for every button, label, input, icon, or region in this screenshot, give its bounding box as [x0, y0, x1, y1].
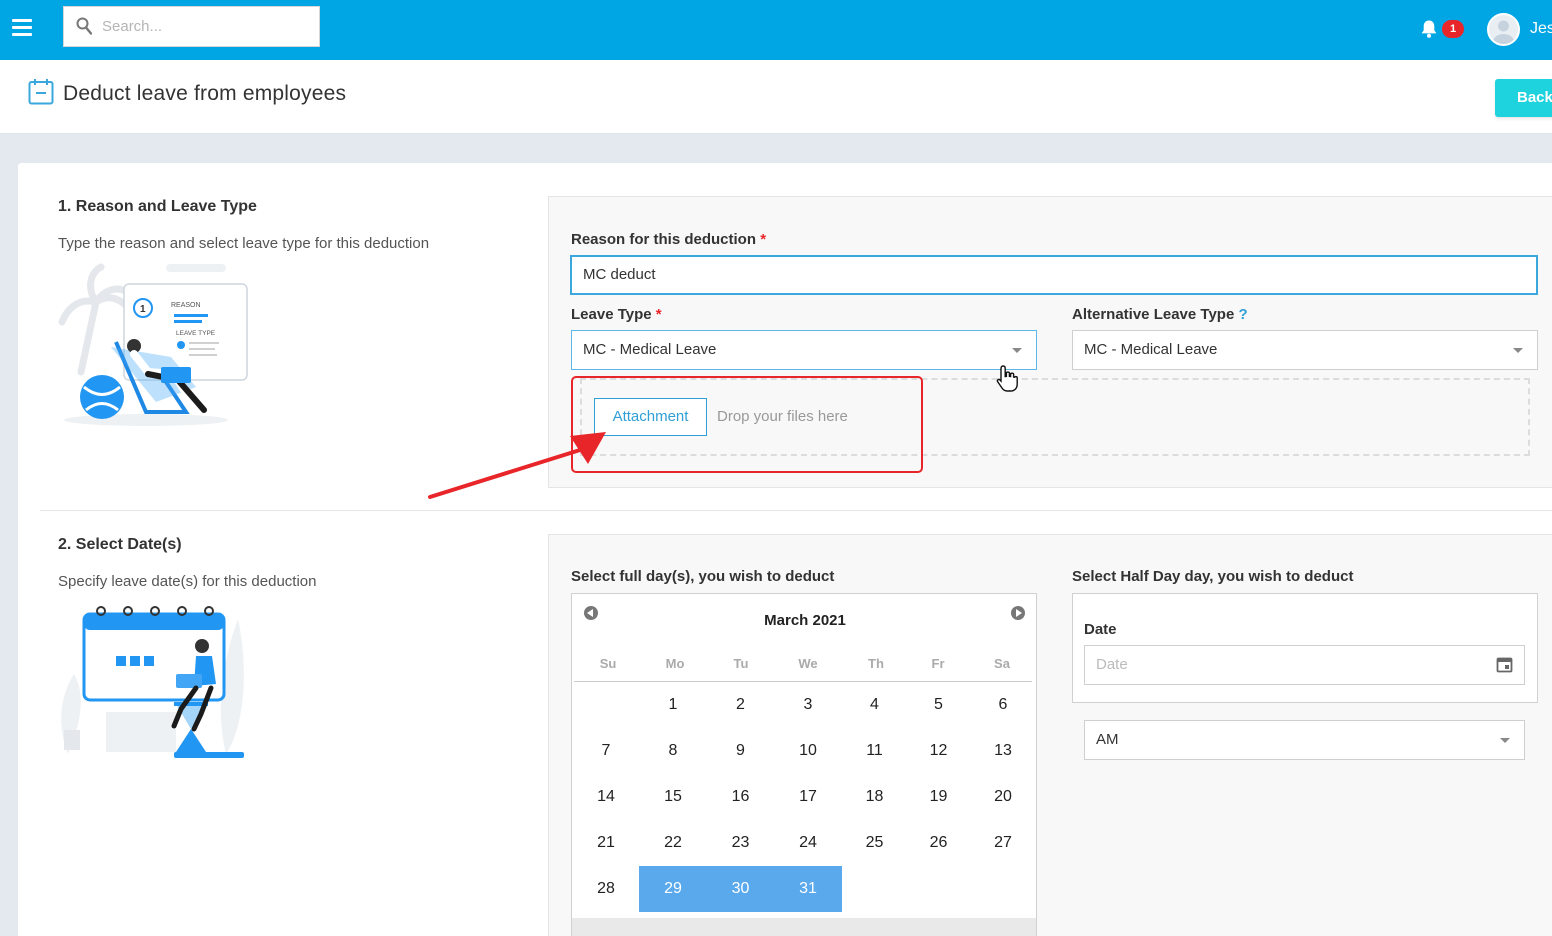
- calendar-minus-icon: [28, 79, 54, 105]
- alternative-leave-type-selected-value: MC - Medical Leave: [1084, 341, 1218, 358]
- calendar-day[interactable]: 26: [907, 820, 970, 866]
- user-name[interactable]: Jes: [1530, 20, 1552, 38]
- reason-label-text: Reason for this deduction: [571, 231, 757, 248]
- calendar-day[interactable]: 21: [573, 820, 639, 866]
- section-1-title: 1. Reason and Leave Type: [58, 198, 257, 215]
- illustration-step-number: 1: [140, 304, 146, 315]
- leave-type-label-text: Leave Type: [571, 306, 652, 323]
- calendar-day[interactable]: 25: [842, 820, 907, 866]
- calendar-day[interactable]: 2: [707, 682, 774, 728]
- alternative-leave-type-label: Alternative Leave Type ?: [1072, 306, 1248, 323]
- calendar-day[interactable]: 5: [907, 682, 970, 728]
- calendar-day[interactable]: 28: [573, 866, 639, 912]
- full-day-calendar: March 2021 Su Mo Tu We Th Fr Sa 1 2 3 4 5 6 7 8 9 10 11 12…: [571, 593, 1037, 936]
- calendar-day[interactable]: 23: [707, 820, 774, 866]
- weekday-header: Th: [868, 656, 884, 671]
- notification-bell-icon[interactable]: [1420, 19, 1438, 39]
- search-icon: [76, 17, 92, 35]
- top-navigation-bar: 1 Jes: [0, 0, 1552, 60]
- weekday-header: Su: [599, 656, 617, 671]
- chevron-down-icon: [1513, 348, 1523, 353]
- calendar-day[interactable]: 10: [774, 728, 842, 774]
- section-1-description: Type the reason and select leave type fo…: [58, 235, 430, 252]
- weekday-header: Tu: [733, 656, 749, 671]
- reason-label: Reason for this deduction *: [571, 231, 766, 248]
- calendar-day[interactable]: 14: [573, 774, 639, 820]
- annotation-highlight-box: [571, 376, 923, 473]
- section-divider: [40, 510, 1552, 511]
- search-box[interactable]: [63, 6, 320, 47]
- calendar-day[interactable]: 11: [842, 728, 907, 774]
- calendar-footer: [572, 918, 1036, 936]
- calendar-day[interactable]: 4: [842, 682, 907, 728]
- calendar-day[interactable]: 18: [842, 774, 907, 820]
- search-input[interactable]: [102, 7, 312, 46]
- required-mark: *: [760, 231, 767, 248]
- calendar-person-illustration: [61, 606, 244, 758]
- calendar-day[interactable]: 22: [639, 820, 707, 866]
- half-day-label: Select Half Day day, you wish to deduct: [1072, 568, 1354, 585]
- calendar-day[interactable]: 20: [970, 774, 1036, 820]
- notification-count-badge: 1: [1442, 20, 1464, 38]
- calendar-day[interactable]: 6: [970, 682, 1036, 728]
- calendar-day[interactable]: 13: [970, 728, 1036, 774]
- alternative-leave-type-select[interactable]: MC - Medical Leave: [1072, 330, 1538, 370]
- page-header: Deduct leave from employees Back: [0, 60, 1552, 134]
- hamburger-menu-icon[interactable]: [12, 19, 32, 37]
- weekday-header: Fr: [931, 656, 945, 671]
- calendar-day[interactable]: 1: [639, 682, 707, 728]
- help-question-icon[interactable]: ?: [1238, 306, 1247, 323]
- leave-type-select[interactable]: MC - Medical Leave: [571, 330, 1037, 370]
- alternative-leave-type-label-text: Alternative Leave Type: [1072, 306, 1235, 323]
- annotation-arrow-icon: [428, 432, 606, 499]
- calendar-day[interactable]: 15: [639, 774, 707, 820]
- half-day-period-select[interactable]: AM: [1084, 720, 1525, 760]
- calendar-day[interactable]: 12: [907, 728, 970, 774]
- leave-type-label: Leave Type *: [571, 306, 662, 323]
- calendar-day[interactable]: 19: [907, 774, 970, 820]
- weekday-header: Mo: [665, 656, 685, 671]
- calendar-day-selected[interactable]: 30: [707, 866, 774, 912]
- chevron-down-icon: [1500, 738, 1510, 743]
- weekday-header: Sa: [994, 656, 1010, 671]
- calendar-day-selected[interactable]: 29: [639, 866, 707, 912]
- beach-chair-illustration: 1 REASON LEAVE TYPE: [58, 263, 248, 426]
- calendar-day[interactable]: 24: [774, 820, 842, 866]
- calendar-day[interactable]: 8: [639, 728, 707, 774]
- calendar-day[interactable]: 9: [707, 728, 774, 774]
- calendar-day-selected[interactable]: 31: [774, 866, 842, 912]
- required-mark: *: [655, 306, 662, 323]
- avatar-person-icon: [1492, 20, 1515, 44]
- date-label: Date: [1084, 621, 1117, 638]
- calendar-day[interactable]: 16: [707, 774, 774, 820]
- page-title: Deduct leave from employees: [63, 82, 347, 105]
- full-day-label: Select full day(s), you wish to deduct: [571, 568, 835, 585]
- illustration-leave-type-text: LEAVE TYPE: [176, 330, 216, 337]
- calendar-day[interactable]: 7: [573, 728, 639, 774]
- reason-input[interactable]: MC deduct: [570, 255, 1538, 295]
- calendar-icon[interactable]: [1496, 656, 1513, 673]
- user-avatar[interactable]: [1487, 13, 1520, 46]
- illustration-reason-text: REASON: [171, 302, 201, 309]
- chevron-down-icon: [1012, 348, 1022, 353]
- section-2-description: Specify leave date(s) for this deduction: [58, 573, 317, 590]
- calendar-month-title: March 2021: [764, 612, 846, 629]
- leave-type-selected-value: MC - Medical Leave: [583, 341, 717, 358]
- period-selected-value: AM: [1096, 731, 1119, 748]
- half-day-date-input[interactable]: Date: [1084, 645, 1525, 685]
- section-2-title: 2. Select Date(s): [58, 536, 182, 553]
- back-button[interactable]: Back: [1495, 79, 1552, 117]
- calendar-day[interactable]: 17: [774, 774, 842, 820]
- weekday-header: We: [798, 656, 818, 671]
- calendar-day[interactable]: 27: [970, 820, 1036, 866]
- calendar-day[interactable]: 3: [774, 682, 842, 728]
- hand-pointer-cursor-icon: [996, 365, 1018, 392]
